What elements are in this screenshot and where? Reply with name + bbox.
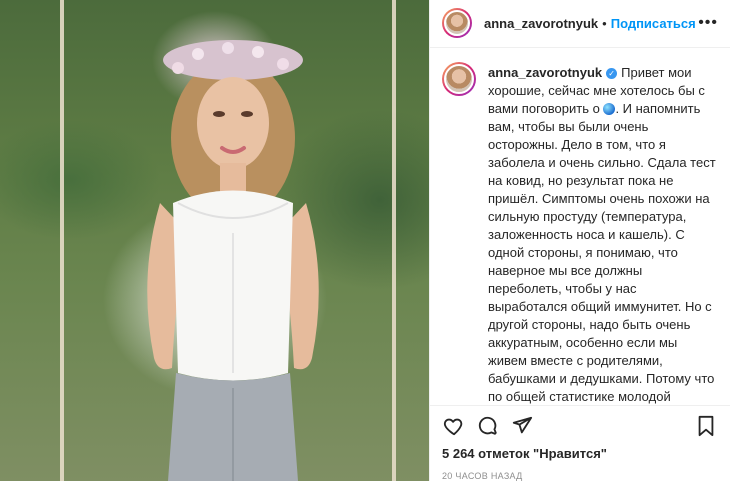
swing-rope-left xyxy=(60,0,64,481)
comment-button[interactable] xyxy=(474,412,502,440)
header-username[interactable]: anna_zavorotnyuk xyxy=(484,16,598,31)
planet-emoji-icon xyxy=(603,103,616,116)
header-separator: • xyxy=(602,15,607,31)
avatar[interactable] xyxy=(442,8,472,39)
heart-icon xyxy=(443,418,463,436)
swing-rope-right xyxy=(392,0,396,481)
more-options-button[interactable]: ••• xyxy=(698,14,718,32)
post-sidebar: anna_zavorotnyuk • Подписаться ••• anna_… xyxy=(429,0,730,481)
action-bar xyxy=(430,406,730,440)
post-timestamp[interactable]: 20 часов назад xyxy=(430,461,730,481)
caption-text-part-2: . И напомнить вам, чтобы вы были очень о… xyxy=(488,100,716,404)
caption-username[interactable]: anna_zavorotnyuk xyxy=(488,65,602,80)
post-caption: anna_zavorotnyuk ✓ Привет мои хорошие, сей… xyxy=(488,64,718,406)
follow-button[interactable]: Подписаться xyxy=(611,16,696,31)
post-photo[interactable] xyxy=(0,0,429,481)
caption-avatar[interactable] xyxy=(442,61,476,96)
verified-badge-icon: ✓ xyxy=(606,67,618,79)
share-button[interactable] xyxy=(508,412,536,440)
save-button[interactable] xyxy=(692,412,720,440)
instagram-post: anna_zavorotnyuk • Подписаться ••• anna_… xyxy=(0,0,730,481)
bookmark-icon xyxy=(698,415,714,437)
woman-figure xyxy=(147,40,319,481)
comments-area[interactable]: anna_zavorotnyuk ✓ Привет мои хорошие, сей… xyxy=(430,48,730,406)
send-icon xyxy=(512,416,533,434)
like-button[interactable] xyxy=(440,412,468,440)
post-header: anna_zavorotnyuk • Подписаться ••• xyxy=(430,0,730,48)
comment-icon xyxy=(478,416,497,435)
likes-count[interactable]: 5 264 отметок "Нравится" xyxy=(430,440,730,461)
